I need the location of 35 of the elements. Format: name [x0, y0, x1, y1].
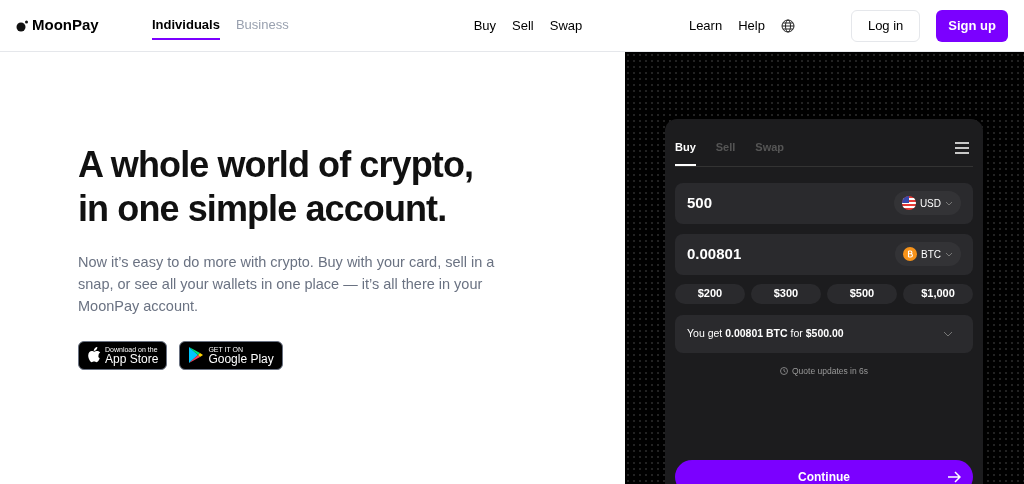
preset-amount-button[interactable]: $500 — [827, 283, 897, 304]
nav-link[interactable]: Learn — [688, 15, 723, 36]
preset-amount-button[interactable]: $300 — [751, 283, 821, 304]
clock-icon — [779, 366, 788, 375]
widget-tab[interactable]: Buy — [675, 139, 696, 166]
preset-amount-button[interactable]: $1,000 — [903, 283, 973, 304]
currency-selector[interactable]: BTC — [895, 242, 961, 266]
quote-timer: Quote updates in 6s — [791, 364, 869, 378]
hero-title: A whole world of crypto, in one simple account. — [78, 142, 475, 231]
quote-dropdown[interactable]: You get 0.00801 BTC for $500.00 — [675, 314, 973, 353]
segment-tab[interactable]: Individuals — [152, 10, 220, 41]
nav-link[interactable]: Help — [738, 15, 765, 36]
chevron-icon — [943, 330, 953, 337]
preset-amount-button[interactable]: $200 — [675, 283, 745, 304]
login-button[interactable]: Log in — [850, 9, 921, 42]
coin-icon — [903, 247, 917, 261]
menu-icon[interactable] — [955, 142, 969, 155]
chevron-icon — [945, 200, 953, 206]
logo-text: MoonPay — [32, 15, 99, 36]
nav-link[interactable]: Buy — [473, 15, 497, 36]
nav-link[interactable]: Swap — [549, 15, 583, 36]
hero-description: Now it’s easy to do more with crypto. Buy with your card, sell in a snap, or see all your wallets in one place — it’s all there in your MoonPay account. — [78, 252, 496, 316]
continue-button[interactable]: Continue — [675, 460, 973, 484]
play-icon — [188, 346, 205, 364]
chevron-icon — [945, 251, 953, 257]
globe-icon[interactable] — [780, 18, 795, 33]
amount-field[interactable]: 500 USD — [675, 182, 973, 224]
flag-icon — [901, 196, 916, 210]
currency-selector[interactable]: USD — [893, 191, 961, 215]
apple-icon — [87, 347, 101, 363]
signup-button[interactable]: Sign up — [936, 9, 1008, 42]
arrow-icon — [947, 471, 961, 484]
nav-link[interactable]: Sell — [512, 15, 534, 36]
moon-logo-icon — [16, 19, 28, 32]
amount-field[interactable]: 0.00801 BTC — [675, 233, 973, 275]
